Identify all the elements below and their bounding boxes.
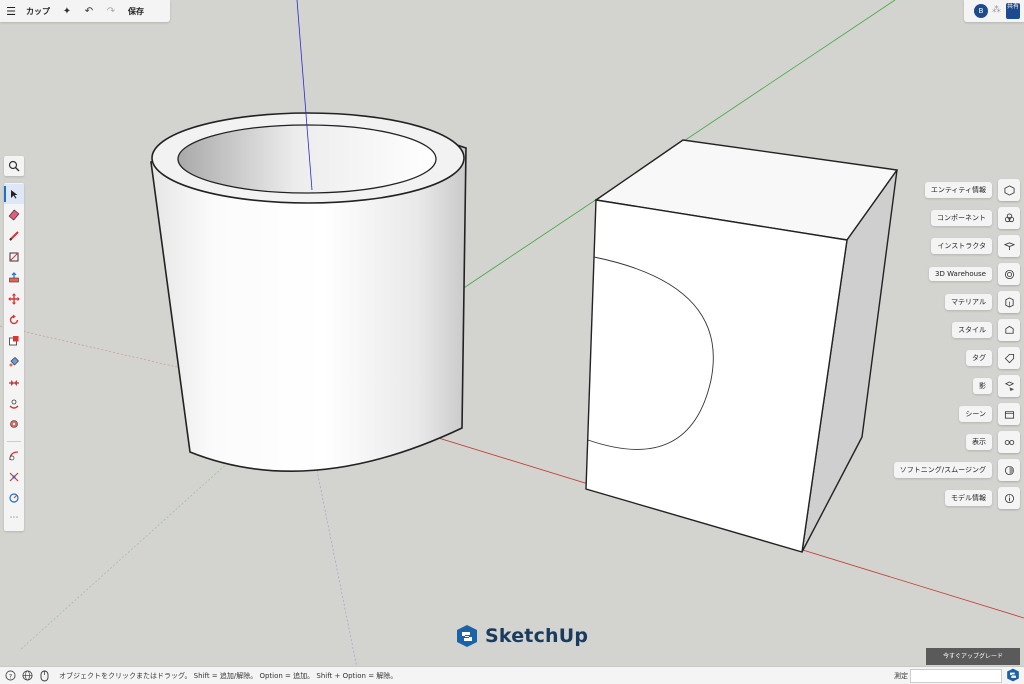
panel-materials[interactable]: マテリアル — [945, 291, 1020, 313]
materials-icon[interactable] — [998, 291, 1020, 313]
panel-tags[interactable]: タグ — [966, 347, 1020, 369]
scale-tool[interactable] — [4, 331, 24, 351]
panel-label[interactable]: スタイル — [952, 322, 992, 338]
dimension-tool[interactable] — [4, 467, 24, 487]
sketchup-logo: SketchUp — [455, 624, 588, 648]
rotate-icon — [9, 314, 19, 325]
eraser-icon — [8, 209, 20, 221]
mouse-icon — [37, 667, 51, 684]
rectangle-tool[interactable] — [4, 247, 24, 267]
avatar[interactable]: B — [974, 4, 988, 18]
paint-bucket-tool[interactable] — [4, 352, 24, 372]
warehouse-icon[interactable] — [998, 263, 1020, 285]
panel-label[interactable]: ソフトニング/スムージング — [893, 462, 992, 478]
more-tools-button[interactable]: ⋯ — [4, 513, 24, 523]
globe-icon[interactable] — [20, 667, 34, 684]
sketchup-corner-icon — [1006, 668, 1020, 684]
top-toolbar: ☰ カップ ✦ ↶ ↷ 保存 — [0, 0, 170, 22]
status-bar: ? オブジェクトをクリックまたはドラッグ。 Shift = 追加/解除。 Opt… — [0, 666, 1024, 684]
protractor-tool[interactable] — [4, 488, 24, 508]
section-plane-tool[interactable] — [4, 373, 24, 393]
panel-scenes[interactable]: シーン — [959, 403, 1020, 425]
model-viewport[interactable] — [0, 0, 1024, 683]
panel-label[interactable]: 表示 — [966, 434, 992, 450]
move-tool[interactable] — [4, 289, 24, 309]
undo-icon[interactable]: ↶ — [78, 0, 100, 22]
orbit-icon — [9, 399, 19, 409]
panel-label[interactable]: インストラクタ — [931, 238, 992, 254]
eraser-tool[interactable] — [4, 205, 24, 225]
panel-display[interactable]: 表示 — [966, 431, 1020, 453]
model-info-icon[interactable] — [998, 487, 1020, 509]
upgrade-button[interactable]: 今すぐアップグレード — [926, 648, 1020, 665]
styles-icon[interactable] — [998, 319, 1020, 341]
shadows-icon[interactable] — [998, 375, 1020, 397]
top-right-bar: B ⁂ 共有 — [964, 0, 1024, 22]
panel-label[interactable]: タグ — [966, 350, 992, 366]
search-tool[interactable] — [4, 156, 24, 176]
palette-divider — [7, 441, 21, 442]
scenes-icon[interactable] — [998, 403, 1020, 425]
box-front[interactable] — [585, 199, 848, 553]
search-icon — [8, 160, 20, 172]
notification-icon[interactable]: ⁂ — [992, 5, 1001, 15]
pencil-icon — [9, 231, 19, 241]
pencil-tool[interactable] — [4, 226, 24, 246]
rectangle-icon — [9, 252, 19, 262]
dimension-icon — [9, 472, 19, 482]
help-icon[interactable]: ? — [3, 667, 17, 684]
scale-icon — [9, 336, 19, 346]
share-button[interactable]: 共有 — [1006, 3, 1020, 19]
panel-components[interactable]: コンポーネント — [931, 207, 1020, 229]
panel-soften[interactable]: ソフトニング/スムージング — [893, 459, 1020, 481]
sketchup-logo-icon — [457, 625, 477, 647]
panel-label[interactable]: マテリアル — [945, 294, 992, 310]
tool-palette: ⋯ — [4, 183, 24, 531]
instructor-icon[interactable] — [998, 235, 1020, 257]
tape-measure-tool[interactable] — [4, 446, 24, 466]
select-tool[interactable] — [4, 184, 24, 204]
soften-icon[interactable] — [998, 459, 1020, 481]
panel-shadows[interactable]: 影 — [973, 375, 1020, 397]
model-title[interactable]: カップ — [22, 0, 56, 22]
rotate-tool[interactable] — [4, 310, 24, 330]
tape-measure-icon — [9, 451, 19, 461]
position-camera-tool[interactable] — [4, 415, 24, 435]
status-message: オブジェクトをクリックまたはドラッグ。 Shift = 追加/解除。 Optio… — [59, 671, 398, 680]
panel-label[interactable]: コンポーネント — [931, 210, 992, 226]
paint-bucket-icon — [9, 357, 19, 367]
hamburger-icon[interactable]: ☰ — [0, 0, 22, 22]
push-pull-icon — [9, 272, 19, 283]
measurements-input[interactable] — [910, 669, 1002, 683]
panel-label[interactable]: 影 — [973, 378, 992, 394]
panel-styles[interactable]: スタイル — [952, 319, 1020, 341]
measurements-label: 測定 — [894, 672, 908, 680]
panel-label[interactable]: モデル情報 — [945, 490, 992, 506]
protractor-icon — [9, 493, 19, 503]
components-icon[interactable] — [998, 207, 1020, 229]
panel-entity-info[interactable]: エンティティ情報 — [924, 179, 1020, 201]
push-pull-tool[interactable] — [4, 268, 24, 288]
sparkle-icon[interactable]: ✦ — [56, 0, 78, 22]
panel-label[interactable]: シーン — [959, 406, 992, 422]
move-icon — [8, 293, 20, 305]
panel-instructor[interactable]: インストラクタ — [931, 235, 1020, 257]
panel-model-info[interactable]: モデル情報 — [945, 487, 1020, 509]
entity-info-icon[interactable] — [998, 179, 1020, 201]
display-icon[interactable] — [998, 431, 1020, 453]
panel-label[interactable]: エンティティ情報 — [924, 182, 992, 198]
panel-3d-warehouse[interactable]: 3D Warehouse — [929, 263, 1020, 285]
orbit-tool[interactable] — [4, 394, 24, 414]
position-camera-icon — [10, 420, 18, 428]
logo-text: SketchUp — [485, 625, 589, 647]
section-plane-icon — [9, 380, 19, 386]
cup-inner — [177, 124, 437, 194]
panel-label[interactable]: 3D Warehouse — [929, 267, 992, 281]
redo-icon[interactable]: ↷ — [100, 0, 122, 22]
tags-icon[interactable] — [998, 347, 1020, 369]
select-arrow-icon — [11, 190, 18, 199]
save-button[interactable]: 保存 — [122, 0, 144, 22]
svg-text:?: ? — [8, 672, 11, 680]
